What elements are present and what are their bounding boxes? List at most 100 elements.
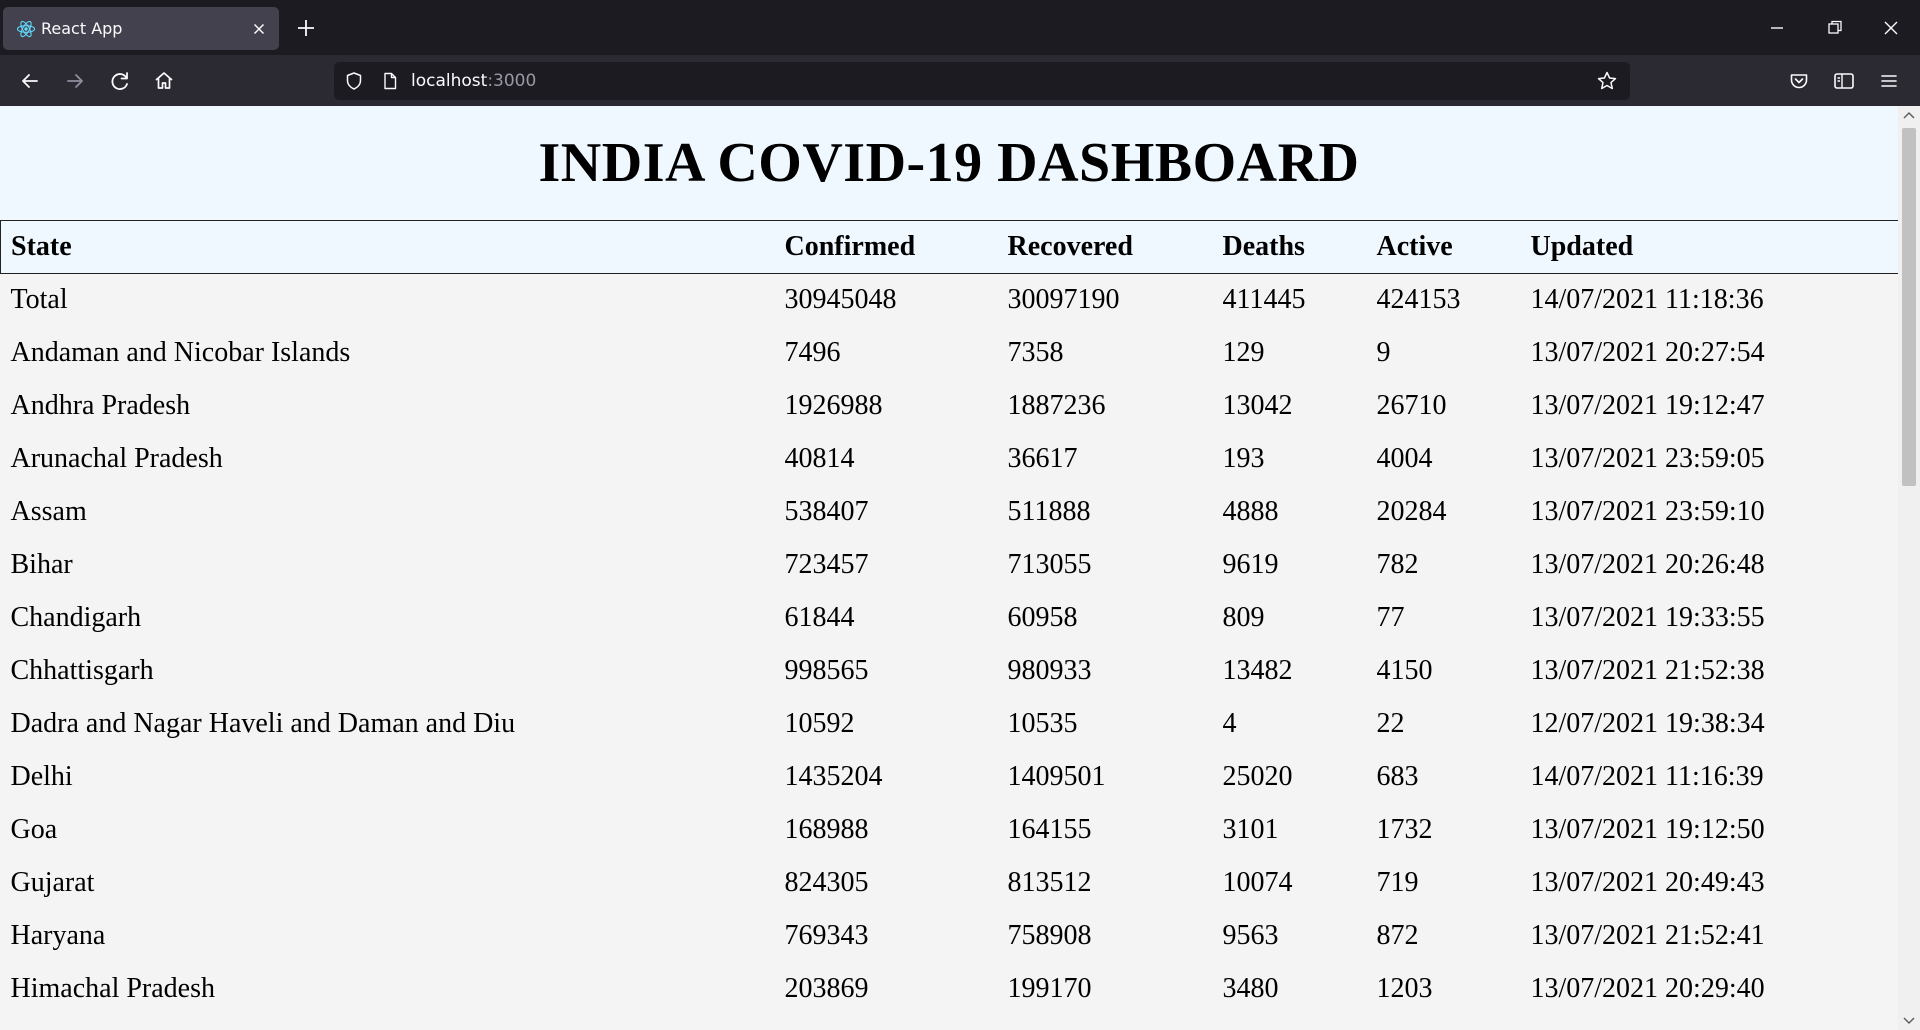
cell-confirmed: 824305 — [784, 867, 869, 898]
cell-updated: 13/07/2021 20:29:40 — [1530, 973, 1765, 1004]
cell-updated: 13/07/2021 23:59:10 — [1530, 496, 1765, 527]
cell-state: Himachal Pradesh — [10, 973, 216, 1004]
cell-updated: 13/07/2021 20:49:43 — [1530, 867, 1765, 898]
table-row: Goa 168988 164155 3101 1732 13/07/2021 19:12:… — [1, 804, 1899, 857]
column-header-deaths: Deaths — [1212, 220, 1367, 274]
arrow-right-icon[interactable] — [61, 67, 89, 95]
cell-active: 22 — [1376, 708, 1405, 739]
table-row: Total 30945048 30097190 411445 424153 14/07/2… — [1, 274, 1899, 327]
cell-confirmed: 1926988 — [784, 390, 883, 421]
cell-active: 4004 — [1376, 443, 1433, 474]
cell-active: 20284 — [1376, 496, 1447, 527]
cell-recovered: 813512 — [1007, 867, 1092, 898]
page-icon[interactable] — [380, 71, 400, 91]
cell-deaths: 25020 — [1222, 761, 1293, 792]
window-close-icon[interactable] — [1877, 14, 1905, 42]
cell-confirmed: 998565 — [784, 655, 869, 686]
cell-confirmed: 1435204 — [784, 761, 883, 792]
cell-recovered: 1887236 — [1007, 390, 1106, 421]
cell-recovered: 7358 — [1007, 337, 1064, 368]
cell-updated: 14/07/2021 11:18:36 — [1530, 284, 1764, 316]
cell-recovered: 10535 — [1007, 708, 1078, 739]
cell-deaths: 3480 — [1222, 973, 1279, 1004]
reload-icon[interactable] — [106, 67, 134, 95]
url-text[interactable]: localhost:3000 — [411, 71, 536, 91]
browser-chrome: React App localhost:3000 — [0, 0, 1920, 106]
star-icon[interactable] — [1596, 70, 1618, 92]
pocket-icon[interactable] — [1785, 67, 1813, 95]
cell-updated: 13/07/2021 20:27:54 — [1530, 337, 1765, 368]
cell-deaths: 3101 — [1222, 814, 1279, 845]
cell-updated: 13/07/2021 19:12:47 — [1530, 390, 1765, 421]
restore-icon[interactable] — [1821, 14, 1849, 42]
react-logo-icon — [16, 20, 36, 38]
scrollbar-thumb[interactable] — [1902, 128, 1916, 486]
cell-active: 872 — [1376, 920, 1419, 951]
sidebar-icon[interactable] — [1830, 67, 1858, 95]
cell-confirmed: 168988 — [784, 814, 869, 845]
cell-deaths: 809 — [1222, 602, 1265, 633]
table-row: Dadra and Nagar Haveli and Daman and Diu… — [1, 698, 1899, 751]
cell-state: Andhra Pradesh — [10, 390, 191, 421]
cell-state: Dadra and Nagar Haveli and Daman and Diu — [10, 708, 516, 739]
shield-icon[interactable] — [344, 71, 364, 91]
home-icon[interactable] — [150, 67, 178, 95]
cell-active: 26710 — [1376, 390, 1447, 421]
cell-active: 4150 — [1376, 655, 1433, 686]
cell-confirmed: 61844 — [784, 602, 855, 633]
cell-active: 9 — [1376, 337, 1391, 368]
cell-deaths: 4 — [1222, 708, 1237, 739]
cell-updated: 12/07/2021 19:38:34 — [1530, 708, 1765, 739]
tab-strip: React App — [0, 0, 1920, 55]
hamburger-menu-icon[interactable] — [1875, 67, 1903, 95]
cell-state: Bihar — [10, 549, 73, 580]
vertical-scrollbar[interactable] — [1898, 106, 1920, 1030]
table-row: Himachal Pradesh 203869 199170 3480 1203 13/0… — [1, 963, 1899, 1016]
table-row: Chandigarh 61844 60958 809 77 13/07/2021 19:3… — [1, 592, 1899, 645]
cell-recovered: 1409501 — [1007, 761, 1106, 792]
table-row: Andhra Pradesh 1926988 1887236 13042 26710 13… — [1, 380, 1899, 433]
page-title: INDIA COVID-19 DASHBOARD — [538, 132, 1360, 194]
cell-state: Gujarat — [10, 867, 95, 898]
cell-deaths: 9619 — [1222, 549, 1279, 580]
cell-confirmed: 769343 — [784, 920, 869, 951]
plus-icon[interactable] — [294, 16, 318, 40]
cell-state: Haryana — [10, 920, 106, 951]
cell-updated: 13/07/2021 21:52:38 — [1530, 655, 1765, 686]
covid-data-table: State Confirmed Recovered Deaths Active … — [0, 220, 1898, 1016]
scroll-up-arrow-icon[interactable] — [1898, 106, 1920, 126]
close-icon[interactable] — [249, 19, 269, 39]
column-header-recovered: Recovered — [997, 220, 1213, 274]
table-body: Total 30945048 30097190 411445 424153 14/07/2… — [1, 274, 1899, 1016]
cell-deaths: 9563 — [1222, 920, 1279, 951]
cell-deaths: 13482 — [1222, 655, 1293, 686]
cell-deaths: 10074 — [1222, 867, 1293, 898]
cell-updated: 13/07/2021 21:52:41 — [1530, 920, 1765, 951]
url-host: localhost — [411, 71, 488, 91]
cell-deaths: 4888 — [1222, 496, 1279, 527]
cell-active: 77 — [1376, 602, 1405, 633]
column-header-updated: Updated — [1520, 220, 1898, 274]
cell-confirmed: 538407 — [784, 496, 869, 527]
cell-state: Andaman and Nicobar Islands — [10, 337, 351, 368]
browser-tab[interactable]: React App — [3, 7, 279, 50]
table-row: Chhattisgarh 998565 980933 13482 4150 13/07/2… — [1, 645, 1899, 698]
cell-active: 424153 — [1376, 284, 1461, 316]
column-header-state: State — [0, 220, 775, 274]
minimize-icon[interactable] — [1763, 14, 1791, 42]
page-viewport: INDIA COVID-19 DASHBOARD State Confirmed… — [0, 106, 1898, 1030]
cell-active: 683 — [1376, 761, 1419, 792]
scroll-down-arrow-icon[interactable] — [1898, 1010, 1920, 1030]
cell-updated: 13/07/2021 19:33:55 — [1530, 602, 1765, 633]
cell-recovered: 30097190 — [1007, 284, 1120, 316]
cell-active: 719 — [1376, 867, 1419, 898]
cell-recovered: 164155 — [1007, 814, 1092, 845]
cell-confirmed: 723457 — [784, 549, 869, 580]
cell-state: Chhattisgarh — [10, 655, 154, 686]
address-bar[interactable]: localhost:3000 — [334, 62, 1630, 100]
cell-updated: 13/07/2021 19:12:50 — [1530, 814, 1765, 845]
cell-confirmed: 7496 — [784, 337, 841, 368]
arrow-left-icon[interactable] — [16, 67, 44, 95]
cell-state: Arunachal Pradesh — [10, 443, 223, 474]
tab-title: React App — [41, 19, 123, 38]
